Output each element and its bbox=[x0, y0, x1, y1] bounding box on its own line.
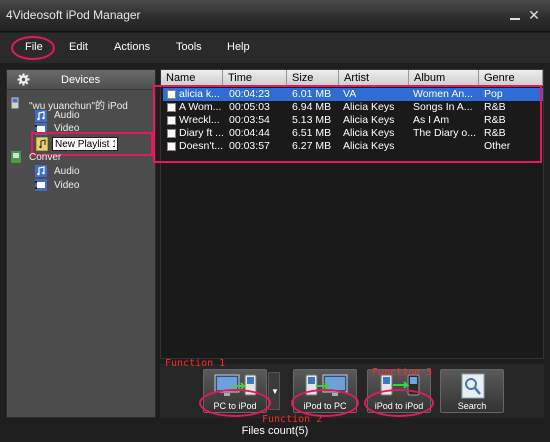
function2-ring bbox=[291, 389, 359, 417]
playlist-name-input[interactable] bbox=[52, 137, 118, 151]
function1-ring bbox=[199, 389, 271, 417]
search-label: Search bbox=[457, 401, 487, 411]
column-header-time[interactable]: Time bbox=[223, 70, 287, 86]
menu-bar: File Edit Actions Tools Help bbox=[0, 33, 550, 63]
search-icon bbox=[461, 373, 485, 399]
function2-annotation: Function 2 bbox=[262, 414, 323, 425]
ipod-icon bbox=[11, 97, 19, 109]
close-button[interactable]: ✕ bbox=[527, 8, 541, 22]
sidebar-item-converter[interactable]: Conver bbox=[29, 152, 61, 163]
menu-actions[interactable]: Actions bbox=[114, 41, 150, 53]
column-header-name[interactable]: Name bbox=[161, 70, 223, 86]
minimize-button[interactable] bbox=[508, 8, 522, 22]
sidebar-item-converter-video[interactable]: Video bbox=[54, 180, 79, 191]
audio-icon bbox=[35, 110, 47, 122]
menu-tools[interactable]: Tools bbox=[176, 41, 202, 53]
menu-help[interactable]: Help bbox=[227, 41, 250, 53]
column-header-album[interactable]: Album bbox=[409, 70, 479, 86]
function3-ring bbox=[364, 389, 434, 417]
sidebar-item-converter-audio[interactable]: Audio bbox=[54, 166, 80, 177]
file-highlight-ring bbox=[11, 36, 55, 60]
function1-annotation: Function 1 bbox=[165, 358, 226, 369]
devices-header-label: Devices bbox=[61, 74, 101, 86]
files-count-status: Files count(5) bbox=[241, 425, 309, 437]
column-header-artist[interactable]: Artist bbox=[339, 70, 409, 86]
sidebar-item-audio[interactable]: Audio bbox=[54, 110, 80, 121]
column-header-size[interactable]: Size bbox=[287, 70, 339, 86]
menu-edit[interactable]: Edit bbox=[69, 41, 88, 53]
rows-highlight-box bbox=[153, 85, 542, 163]
search-button[interactable]: Search bbox=[440, 369, 504, 413]
gear-icon[interactable] bbox=[17, 73, 30, 86]
devices-header: Devices bbox=[7, 70, 155, 90]
audio-icon bbox=[35, 165, 47, 177]
app-title: 4Videosoft iPod Manager bbox=[6, 8, 141, 22]
function3-annotation: Function 3 bbox=[372, 367, 433, 378]
column-header-genre[interactable]: Genre bbox=[479, 70, 543, 86]
devices-sidebar: Devices "wu yuanchun"的 iPod Audio Video … bbox=[6, 69, 156, 418]
playlist-icon bbox=[36, 137, 48, 151]
converter-icon bbox=[11, 151, 21, 163]
title-bar: 4Videosoft iPod Manager ✕ bbox=[0, 0, 550, 32]
video-icon bbox=[35, 179, 47, 191]
chevron-down-icon: ▼ bbox=[271, 387, 279, 396]
